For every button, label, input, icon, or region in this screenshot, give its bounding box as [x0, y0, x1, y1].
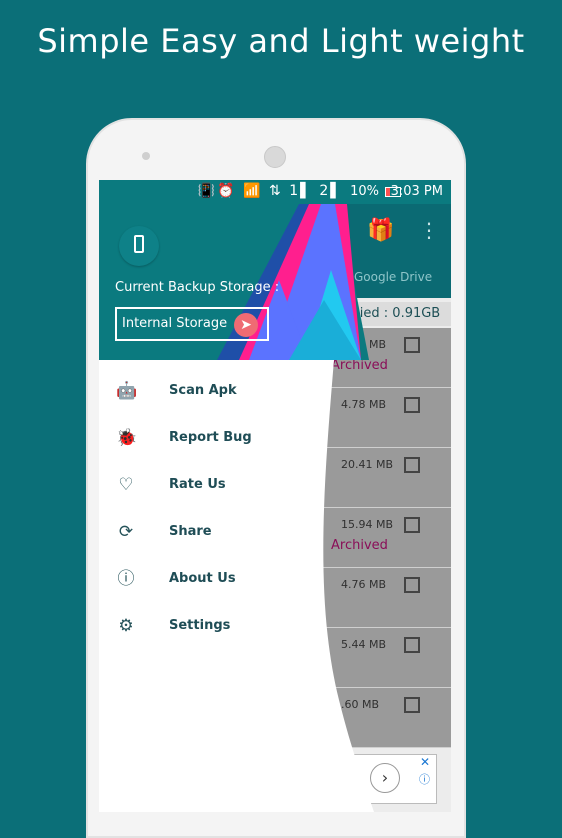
menu-item-label: Settings: [169, 618, 231, 633]
bug-icon: 🐞: [116, 428, 138, 448]
info-icon: ⓘ: [117, 569, 135, 589]
navigation-drawer: Current Backup Storage : Internal Storag…: [99, 180, 451, 812]
menu-item-label: Rate Us: [169, 477, 226, 492]
storage-value: Internal Storage: [122, 316, 228, 331]
storage-selector[interactable]: Internal Storage ➤: [115, 307, 269, 341]
menu-item-rate-us[interactable]: ♡ Rate Us: [99, 470, 339, 517]
menu-item-label: Share: [169, 524, 212, 539]
drawer-menu: 🤖 Scan Apk 🐞 Report Bug ♡ Rate Us ⟳ Shar…: [99, 376, 339, 658]
status-icons: 📳⏰ 📶 ⇅ 1▌ 2▌: [197, 183, 343, 199]
settings-icon: ⚙: [118, 616, 134, 636]
menu-item-share[interactable]: ⟳ Share: [99, 517, 339, 564]
menu-item-label: Report Bug: [169, 430, 252, 445]
phone-screen: 📳⏰ 📶 ⇅ 1▌ 2▌ 10% 3:03 PM 🎁 ⋮ Google Driv…: [99, 180, 451, 812]
headline: Simple Easy and Light weight: [37, 22, 525, 60]
phone-icon: [119, 226, 159, 266]
android-icon: 🤖: [116, 381, 138, 401]
status-bar: 📳⏰ 📶 ⇅ 1▌ 2▌ 10% 3:03 PM: [99, 180, 451, 204]
share-icon: ⟳: [118, 522, 134, 542]
send-arrow-icon[interactable]: ➤: [234, 313, 258, 337]
battery-percent: 10%: [350, 184, 379, 199]
menu-item-about-us[interactable]: ⓘ About Us: [99, 564, 339, 611]
menu-item-label: Scan Apk: [169, 383, 237, 398]
menu-item-label: About Us: [169, 571, 236, 586]
current-storage-label: Current Backup Storage :: [115, 280, 280, 295]
phone-speaker: [264, 146, 286, 168]
menu-item-settings[interactable]: ⚙ Settings: [99, 611, 339, 658]
phone-camera: [142, 152, 150, 160]
heart-icon: ♡: [118, 475, 134, 495]
menu-item-scan-apk[interactable]: 🤖 Scan Apk: [99, 376, 339, 423]
clock: 3:03 PM: [390, 184, 443, 199]
menu-item-report-bug[interactable]: 🐞 Report Bug: [99, 423, 339, 470]
